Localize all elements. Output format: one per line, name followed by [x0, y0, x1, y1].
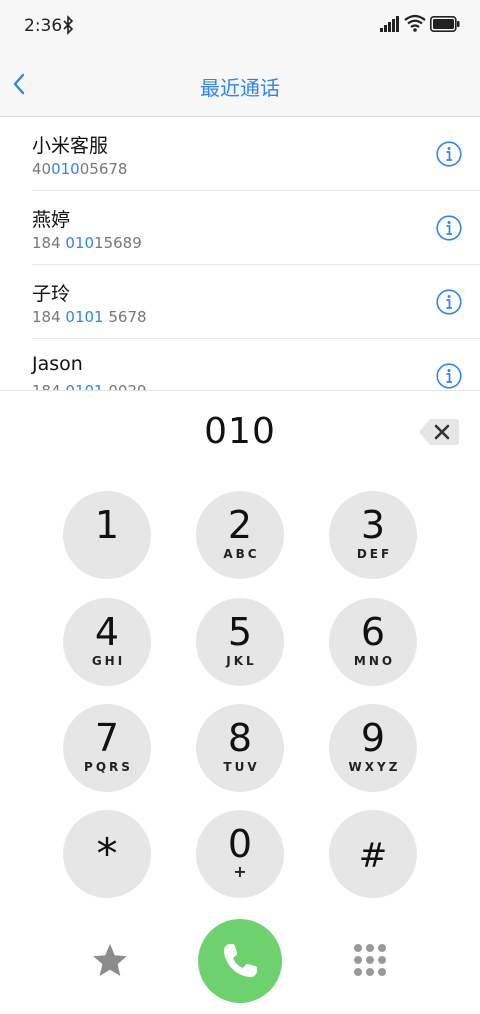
typed-number-display: 010 [204, 411, 276, 452]
contact-number: 184 0101 5678 [32, 308, 147, 326]
recent-call-row[interactable]: 燕婷 184 01015689 [32, 191, 480, 265]
contact-number: 184 01015689 [32, 234, 142, 252]
key-0[interactable]: 0 + [196, 810, 284, 898]
backspace-icon[interactable] [418, 418, 460, 446]
key-9[interactable]: 9 WXYZ [329, 704, 417, 792]
key-digit: 2 [227, 503, 253, 547]
key-letters: + [233, 862, 250, 881]
recents-list: 小米客服 4001005678 燕婷 184 01015689 子玲 184 0… [0, 117, 480, 390]
number-match: 0101 [65, 382, 103, 390]
key-digit: 3 [360, 503, 386, 547]
key-letters: PQRS [84, 760, 133, 774]
number-part: 184 [32, 234, 66, 252]
key-digit: * [96, 829, 118, 878]
key-digit: 5 [227, 610, 253, 654]
dialer-keypad: 010 1 2 ABC 3 DEF 4 GHI 5 JKL 6 MNO 7 PQ… [0, 390, 480, 1014]
contact-name: 燕婷 [32, 209, 71, 231]
number-part: 0029 [104, 382, 146, 390]
number-match: 010 [51, 160, 80, 178]
key-digit: 7 [94, 716, 120, 760]
wifi-icon [404, 14, 426, 32]
call-button[interactable] [198, 919, 282, 1003]
info-icon[interactable] [436, 215, 462, 241]
key-3[interactable]: 3 DEF [329, 491, 417, 579]
recent-call-row[interactable]: Jason 184 0101 0029 [32, 339, 480, 390]
key-star[interactable]: * [63, 810, 151, 898]
star-icon[interactable] [90, 941, 130, 981]
key-letters: DEF [356, 547, 393, 561]
number-part: 184 [32, 382, 65, 390]
key-7[interactable]: 7 PQRS [63, 704, 151, 792]
key-hash[interactable]: # [329, 810, 417, 898]
recent-call-row[interactable]: 小米客服 4001005678 [32, 117, 480, 191]
nav-bar: 最近通话 [0, 52, 480, 117]
contact-number: 184 0101 0029 [32, 382, 147, 390]
status-bar: 2:36 [0, 0, 480, 52]
info-icon[interactable] [436, 363, 462, 389]
contact-name: 子玲 [32, 283, 71, 305]
number-part: 5678 [103, 308, 147, 326]
number-part: 05678 [79, 160, 128, 178]
signal-icon [380, 16, 399, 32]
recent-call-row[interactable]: 子玲 184 0101 5678 [32, 265, 480, 339]
battery-icon [430, 16, 460, 32]
contact-name: 小米客服 [32, 135, 109, 157]
key-letters: WXYZ [348, 760, 401, 774]
key-digit: # [358, 836, 388, 876]
key-digit: 1 [94, 503, 120, 547]
key-8[interactable]: 8 TUV [196, 704, 284, 792]
key-6[interactable]: 6 MNO [329, 598, 417, 686]
key-letters: JKL [226, 654, 257, 668]
key-letters: TUV [223, 760, 260, 774]
key-digit: 0 [227, 822, 253, 866]
key-digit: 9 [360, 716, 386, 760]
page-title: 最近通话 [200, 76, 280, 100]
contact-name: Jason [32, 353, 83, 375]
phone-icon [224, 944, 257, 977]
key-4[interactable]: 4 GHI [63, 598, 151, 686]
contact-number: 4001005678 [32, 160, 127, 178]
key-letters: ABC [223, 547, 260, 561]
key-letters: GHI [91, 654, 126, 668]
info-icon[interactable] [436, 289, 462, 315]
key-digit: 8 [227, 716, 253, 760]
key-1[interactable]: 1 [63, 491, 151, 579]
number-match: 0101 [65, 308, 104, 326]
status-time: 2:36 [24, 16, 63, 36]
bluetooth-icon [63, 15, 74, 35]
keypad-grid-icon[interactable] [353, 943, 387, 977]
number-part: 184 [32, 308, 66, 326]
key-letters: MNO [353, 654, 396, 668]
key-digit: 6 [360, 610, 386, 654]
key-digit: 4 [94, 610, 120, 654]
info-icon[interactable] [436, 141, 462, 167]
number-part: 15689 [94, 234, 142, 252]
number-match: 010 [65, 234, 95, 252]
number-part: 40 [32, 160, 52, 178]
key-5[interactable]: 5 JKL [196, 598, 284, 686]
key-2[interactable]: 2 ABC [196, 491, 284, 579]
